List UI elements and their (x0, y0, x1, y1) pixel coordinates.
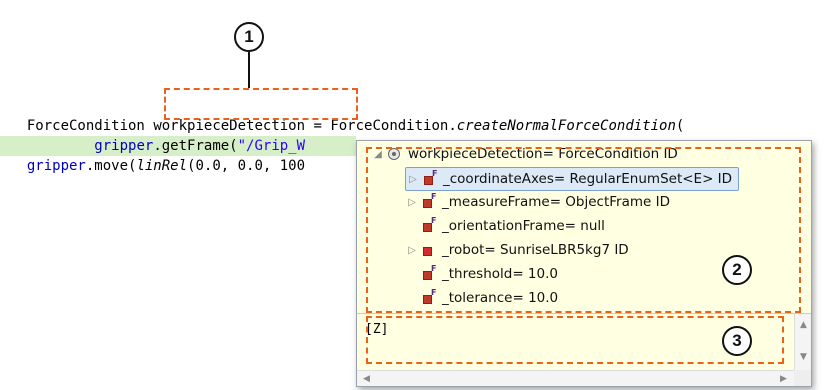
annotation-box-2 (366, 147, 801, 313)
callout-1-leader (248, 52, 250, 88)
scroll-left-icon[interactable]: ◀ (363, 374, 370, 384)
method-name: createNormalForceCondition (456, 118, 676, 134)
code-line-3: gripper.move(linRel(0.0, 0.0, 100 (26, 158, 306, 174)
method-name: linRel (136, 158, 188, 174)
field-reference: gripper (26, 158, 86, 174)
annotation-box-1 (164, 88, 358, 120)
scroll-down-icon[interactable]: ▼ (800, 352, 807, 362)
callout-1: 1 (234, 22, 264, 52)
scroll-up-icon[interactable]: ▲ (800, 320, 807, 330)
callout-3: 3 (722, 326, 752, 356)
scroll-right-icon[interactable]: ▶ (780, 374, 787, 384)
vertical-scrollbar[interactable]: ▲ ▼ (794, 314, 811, 370)
horizontal-scrollbar[interactable]: ◀ ▶ (357, 370, 794, 386)
callout-2: 2 (722, 255, 752, 285)
resize-grip[interactable] (794, 370, 811, 386)
